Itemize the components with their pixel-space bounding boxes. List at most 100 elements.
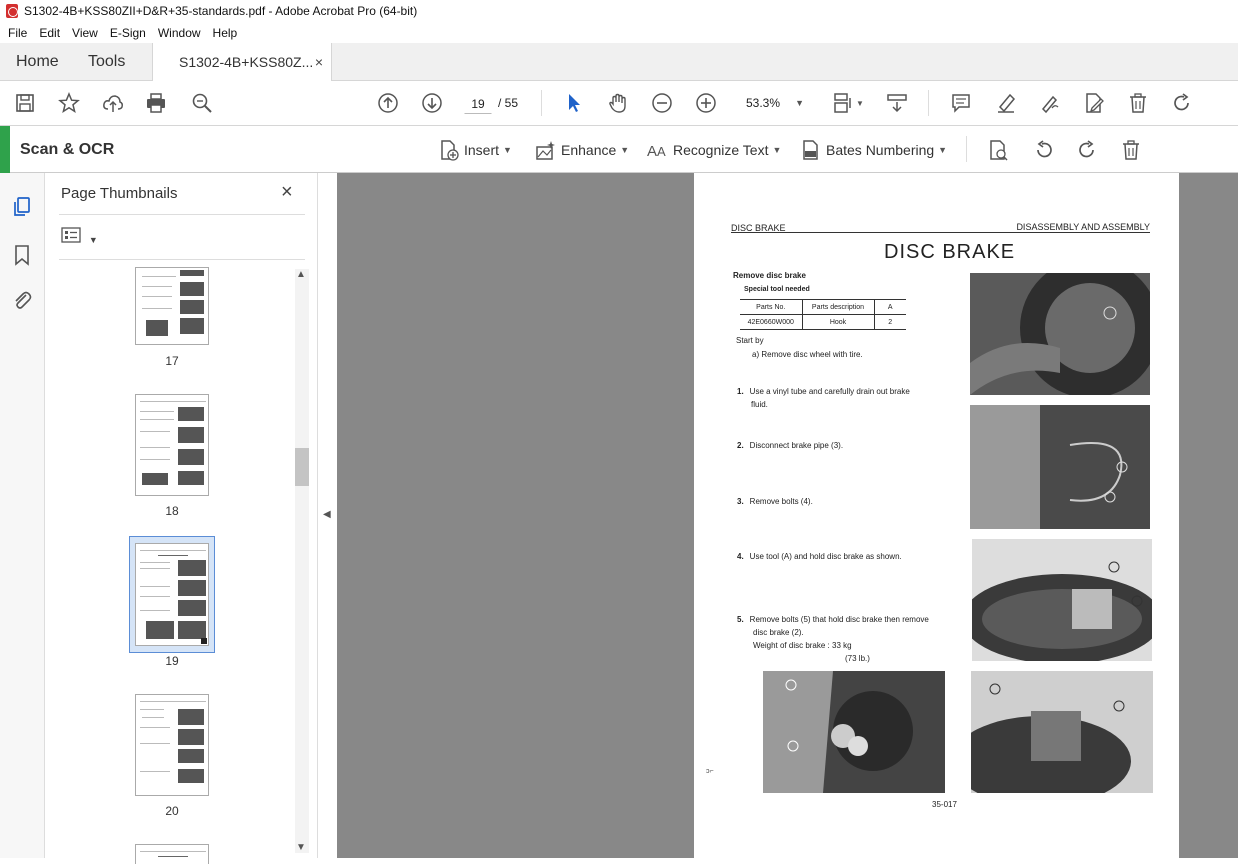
tab-document-label: S1302-4B+KSS80Z... <box>179 54 314 70</box>
highlight-pen-icon[interactable] <box>993 90 1019 116</box>
zoom-out-icon[interactable] <box>649 90 675 116</box>
menu-file[interactable]: File <box>2 26 33 40</box>
delete-page-icon[interactable] <box>1118 137 1144 163</box>
close-tab-icon[interactable]: × <box>315 43 323 81</box>
scroll-up-arrow-icon[interactable]: ▲ <box>296 269 306 280</box>
page-thumbnail-17[interactable] <box>135 267 209 345</box>
tab-tools[interactable]: Tools <box>88 43 125 81</box>
enhance-button[interactable]: Enhance ▼ <box>535 138 629 162</box>
page-thumbnail-21[interactable] <box>135 844 209 864</box>
menu-bar: File Edit View E-Sign Window Help <box>0 22 1238 43</box>
step-text: Use tool (A) and hold disc brake as show… <box>749 552 902 561</box>
page-export-icon[interactable] <box>985 137 1011 163</box>
save-icon[interactable] <box>12 90 38 116</box>
step-number: 3. <box>737 497 744 506</box>
hand-tool-icon[interactable] <box>605 90 631 116</box>
step-item: 4. Use tool (A) and hold disc brake as sh… <box>737 550 902 563</box>
step-text-continued: fluid. <box>751 400 768 409</box>
zoom-in-icon[interactable] <box>693 90 719 116</box>
page-thumbnails-icon[interactable] <box>10 195 34 219</box>
menu-help[interactable]: Help <box>207 26 244 40</box>
zoom-search-icon[interactable] <box>189 90 215 116</box>
close-icon[interactable]: × <box>281 181 293 204</box>
tab-document[interactable]: S1302-4B+KSS80Z... × <box>152 43 332 82</box>
rotate-right-icon[interactable] <box>1074 137 1100 163</box>
panel-divider <box>59 214 305 215</box>
thumbnail-page-number: 20 <box>165 804 179 818</box>
recognize-text-button[interactable]: AA Recognize Text ▼ <box>647 138 781 162</box>
insert-label: Insert <box>464 142 500 158</box>
zoom-select[interactable]: 53.3% ▼ <box>740 92 808 114</box>
insert-button[interactable]: Insert ▼ <box>438 138 512 162</box>
start-by-label: Start by <box>736 336 764 345</box>
tool-panel-title: Scan & OCR <box>20 141 115 158</box>
page-thumbnails-panel: Page Thumbnails × ▼ 17 18 19 20 ▲ ▼ <box>45 173 318 864</box>
scroll-down-arrow-icon[interactable]: ▼ <box>296 842 306 853</box>
panel-divider <box>59 259 305 260</box>
thumbnail-resize-handle[interactable] <box>201 638 207 644</box>
step-text-continued: disc brake (2). <box>753 628 804 637</box>
edit-pdf-icon[interactable] <box>1081 90 1107 116</box>
section-heading: Remove disc brake <box>733 271 806 280</box>
rotate-left-icon[interactable] <box>1031 137 1057 163</box>
step-text: Use a vinyl tube and carefully drain out… <box>749 387 910 396</box>
menu-window[interactable]: Window <box>152 26 207 40</box>
chevron-left-icon: ◀ <box>323 509 331 520</box>
chevron-down-icon: ▼ <box>938 145 948 155</box>
page-thumbnail-19[interactable] <box>135 543 209 646</box>
print-icon[interactable] <box>143 90 169 116</box>
next-page-icon[interactable] <box>419 90 445 116</box>
page-number-input[interactable]: 19 <box>464 92 492 114</box>
enhance-icon <box>536 141 555 160</box>
svg-text:A: A <box>657 144 666 159</box>
bates-numbering-button[interactable]: Bates Numbering ▼ <box>800 138 947 162</box>
tab-home[interactable]: Home <box>16 43 59 81</box>
chevron-down-icon: ▼ <box>795 98 804 108</box>
bates-numbering-icon <box>803 140 818 160</box>
step-item: 2. Disconnect brake pipe (3). <box>737 439 843 452</box>
enhance-label: Enhance <box>561 142 617 158</box>
step-text: Disconnect brake pipe (3). <box>749 441 844 450</box>
navigation-pane-strip <box>0 173 45 858</box>
thumbnail-page-number: 18 <box>165 504 179 518</box>
insert-page-icon <box>441 140 459 161</box>
chevron-down-icon: ▼ <box>772 145 782 155</box>
thumbnail-options-button[interactable]: ▼ <box>61 227 98 246</box>
table-header: A <box>874 299 906 315</box>
previous-page-icon[interactable] <box>375 90 401 116</box>
table-cell: 2 <box>874 314 906 330</box>
upload-cloud-icon[interactable] <box>100 90 126 116</box>
photo-hold-disc-brake <box>972 539 1152 661</box>
step-number: 1. <box>737 387 744 396</box>
scroll-mode-icon[interactable] <box>884 90 910 116</box>
attachments-icon[interactable] <box>10 288 34 312</box>
page-thumbnail-18[interactable] <box>135 394 209 496</box>
thumbnails-scrollbar-thumb[interactable] <box>295 448 309 486</box>
redo-rotate-icon[interactable] <box>1169 90 1195 116</box>
delete-trash-icon[interactable] <box>1125 90 1151 116</box>
subsection-heading: Special tool needed <box>744 286 810 293</box>
fill-sign-icon[interactable] <box>1037 90 1063 116</box>
comment-icon[interactable] <box>948 90 974 116</box>
star-icon[interactable] <box>56 90 82 116</box>
menu-view[interactable]: View <box>66 26 104 40</box>
document-viewport[interactable]: DISC BRAKE DISASSEMBLY AND ASSEMBLY DISC… <box>337 173 1238 858</box>
step-text: Remove bolts (4). <box>749 497 813 506</box>
menu-esign[interactable]: E-Sign <box>104 26 152 40</box>
pdf-page: DISC BRAKE DISASSEMBLY AND ASSEMBLY DISC… <box>694 173 1179 858</box>
zoom-value: 53.3% <box>746 96 781 110</box>
step-number: 2. <box>737 441 744 450</box>
bookmarks-icon[interactable] <box>10 243 34 267</box>
menu-edit[interactable]: Edit <box>33 26 66 40</box>
chevron-down-icon: ▼ <box>88 235 98 245</box>
page-thumbnail-20[interactable] <box>135 694 209 796</box>
select-cursor-icon[interactable] <box>561 90 587 116</box>
page-display-icon[interactable]: ▼ <box>830 90 866 116</box>
list-options-icon <box>61 227 81 243</box>
weight-lb-text: (73 lb.) <box>845 654 870 663</box>
collapse-panel-handle[interactable]: ◀ <box>318 173 337 858</box>
svg-text:A: A <box>647 143 657 160</box>
page-title: DISC BRAKE <box>884 241 1016 263</box>
weight-text: Weight of disc brake : 33 kg <box>753 641 852 650</box>
thumbnails-scrollbar[interactable] <box>295 269 309 853</box>
